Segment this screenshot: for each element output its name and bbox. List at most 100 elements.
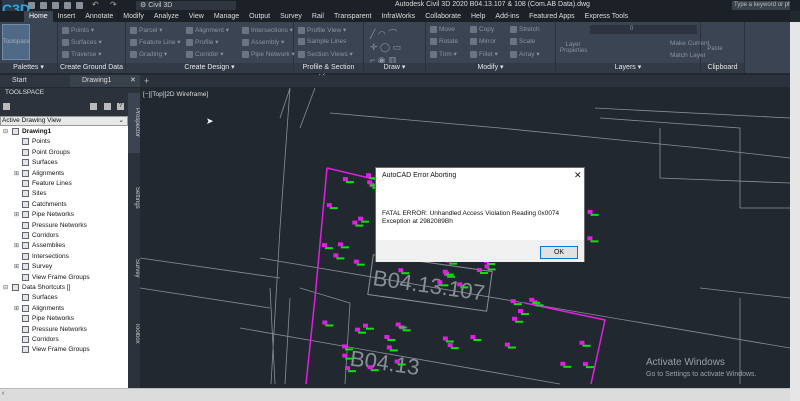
layer-properties-button[interactable]: Layer Properties: [560, 28, 587, 58]
panel-label[interactable]: Clipboard: [701, 63, 744, 73]
tab-drawing1[interactable]: Drawing1 ✕: [70, 75, 140, 87]
scroll-left-icon[interactable]: ‹: [2, 390, 4, 397]
ribbon-tab-rail[interactable]: Rail: [307, 11, 329, 22]
expand-icon[interactable]: ⊞: [14, 211, 19, 218]
surfaces-button[interactable]: Surfaces ▾: [62, 38, 102, 46]
expand-icon[interactable]: ⊞: [14, 170, 19, 177]
tree-item[interactable]: Corridors: [22, 232, 59, 239]
tree-item[interactable]: Alignments: [22, 304, 64, 312]
redo-icon[interactable]: ↷: [110, 0, 117, 9]
side-tab-settings[interactable]: Settings: [128, 168, 140, 228]
ribbon-tab-output[interactable]: Output: [244, 11, 275, 22]
draw-tools-icon[interactable]: ╱ ◠ ⌒ ✛ ◯ ▭ ⌐ ◉ ▥: [370, 28, 401, 67]
tree-item[interactable]: View Frame Groups: [22, 346, 90, 354]
tree-item[interactable]: Survey: [22, 263, 52, 271]
move-button[interactable]: Move: [430, 26, 455, 33]
scale-button[interactable]: Scale: [510, 38, 535, 45]
ribbon-tab-infraworks[interactable]: InfraWorks: [376, 11, 420, 22]
tab-start[interactable]: Start: [0, 75, 70, 87]
ribbon-tab-add-ins[interactable]: Add-ins: [490, 11, 524, 22]
panel-label[interactable]: Create Design ▾: [126, 63, 293, 73]
plot-icon[interactable]: [76, 2, 83, 9]
ribbon-tab-annotate[interactable]: Annotate: [80, 11, 118, 22]
close-icon[interactable]: ✕: [130, 75, 136, 87]
expand-icon[interactable]: ⊞: [14, 242, 19, 249]
tree-item[interactable]: Sites: [22, 190, 46, 198]
paste-button[interactable]: Paste: [705, 28, 725, 58]
profile-view-button[interactable]: Profile View ▾: [298, 26, 346, 34]
save-icon[interactable]: [52, 2, 59, 9]
tree-item[interactable]: View Frame Groups: [22, 273, 90, 281]
ribbon-tab-survey[interactable]: Survey: [275, 11, 307, 22]
ok-button[interactable]: OK: [540, 246, 578, 259]
tree-item[interactable]: Catchments: [22, 200, 67, 208]
corridor-button[interactable]: Corridor ▾: [186, 50, 224, 58]
sample-lines-button[interactable]: Sample Lines: [298, 38, 346, 45]
tree-item[interactable]: Pipe Networks: [22, 315, 74, 323]
tree-item[interactable]: Pressure Networks: [22, 325, 87, 333]
workspace-dropdown[interactable]: ⚙ Civil 3D: [136, 1, 236, 10]
tree-item[interactable]: Data Shortcuts []: [12, 284, 70, 291]
help-icon[interactable]: ?: [117, 103, 124, 110]
panel-label[interactable]: Modify ▾: [426, 63, 555, 73]
panel-label[interactable]: Create Ground Data ▾: [58, 63, 125, 81]
tree-item[interactable]: Surfaces: [22, 159, 58, 167]
search-input[interactable]: Type a keyword or phrase: [732, 1, 790, 10]
stretch-button[interactable]: Stretch: [510, 26, 540, 33]
tree-item[interactable]: Assemblies: [22, 242, 65, 250]
ribbon-tab-modify[interactable]: Modify: [118, 11, 149, 22]
ribbon-tab-help[interactable]: Help: [466, 11, 490, 22]
assembly-button[interactable]: Assembly ▾: [242, 38, 284, 46]
viewport-controls[interactable]: [−][Top][2D Wireframe]: [143, 91, 208, 98]
traverse-button[interactable]: Traverse ▾: [62, 50, 101, 58]
profile-button[interactable]: Profile ▾: [186, 38, 219, 46]
panel-label[interactable]: Layers ▾: [556, 63, 700, 73]
layer-dropdown[interactable]: 0: [590, 25, 697, 34]
ribbon-tab-home[interactable]: Home: [24, 11, 53, 22]
ribbon-tab-collaborate[interactable]: Collaborate: [420, 11, 466, 22]
ribbon-tab-transparent[interactable]: Transparent: [329, 11, 376, 22]
mirror-button[interactable]: Mirror: [470, 38, 496, 45]
list-icon[interactable]: [104, 103, 111, 110]
save-as-icon[interactable]: [64, 2, 71, 9]
intersections-button[interactable]: Intersections ▾: [242, 26, 293, 34]
side-tab-prospector[interactable]: Prospector: [128, 93, 140, 153]
fillet-button[interactable]: Fillet ▾: [470, 50, 498, 58]
parcel-button[interactable]: Parcel ▾: [130, 26, 163, 34]
toolspace-button[interactable]: Toolspace: [2, 24, 30, 60]
view-dropdown[interactable]: Active Drawing View ⌄: [0, 116, 128, 126]
tree-item[interactable]: Alignments: [22, 169, 64, 177]
rotate-button[interactable]: Rotate: [430, 38, 458, 45]
new-tab-icon[interactable]: +: [144, 75, 149, 87]
ribbon-tab-view[interactable]: View: [184, 11, 209, 22]
grading-button[interactable]: Grading ▾: [130, 50, 167, 58]
panel-label[interactable]: Profile & Section Views: [294, 63, 363, 81]
close-icon[interactable]: ✕: [574, 170, 582, 181]
tree-item[interactable]: Intersections: [22, 252, 69, 260]
pipe-network-button[interactable]: Pipe Network ▾: [242, 50, 295, 58]
ribbon-tab-express-tools[interactable]: Express Tools: [580, 11, 633, 22]
collapse-icon[interactable]: ⊟: [3, 284, 8, 291]
toolspace-icon[interactable]: [3, 103, 10, 110]
tree-item[interactable]: Surfaces: [22, 294, 58, 302]
side-tab-toolbox[interactable]: Toolbox: [128, 303, 140, 363]
tree-item[interactable]: Point Groups: [22, 148, 70, 156]
tree-item[interactable]: Pipe Networks: [22, 211, 74, 219]
ribbon-tab-featured-apps[interactable]: Featured Apps: [524, 11, 580, 22]
undo-icon[interactable]: ↶: [92, 0, 99, 9]
tree-item[interactable]: Points: [22, 138, 50, 146]
expand-icon[interactable]: ⊞: [14, 263, 19, 270]
ribbon-tab-manage[interactable]: Manage: [209, 11, 244, 22]
panel-label[interactable]: Draw ▾: [364, 63, 425, 73]
ribbon-tab-insert[interactable]: Insert: [53, 11, 81, 22]
feature-line-button[interactable]: Feature Line ▾: [130, 38, 181, 46]
tree-item[interactable]: Drawing1: [12, 128, 51, 135]
vertical-scrollbar[interactable]: [790, 22, 800, 401]
open-icon[interactable]: [40, 2, 47, 9]
expand-icon[interactable]: ⊞: [14, 305, 19, 312]
trim-button[interactable]: Trim ▾: [430, 50, 457, 58]
collapse-icon[interactable]: ⊟: [3, 128, 8, 135]
tree-icon[interactable]: [90, 103, 97, 110]
ribbon-tab-analyze[interactable]: Analyze: [149, 11, 184, 22]
panel-label[interactable]: Palettes ▾: [0, 63, 57, 73]
